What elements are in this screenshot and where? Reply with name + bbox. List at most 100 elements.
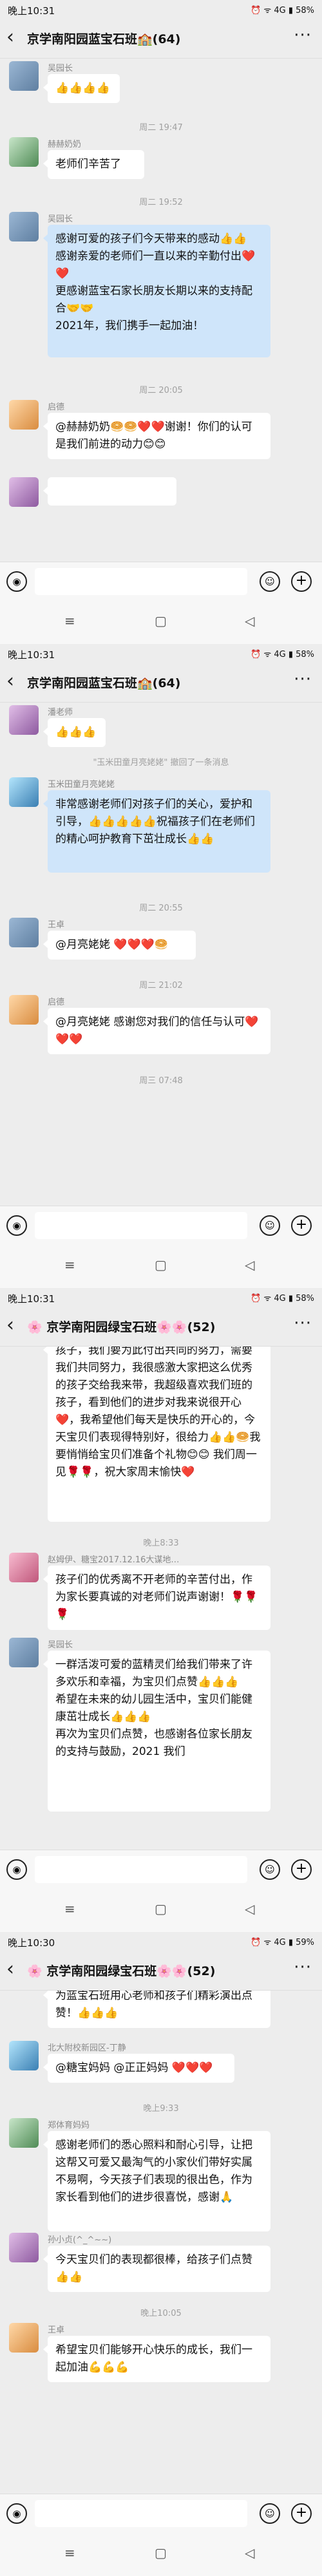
nav-home-icon[interactable]: ▢: [155, 613, 167, 629]
add-icon[interactable]: +: [291, 2503, 312, 2524]
avatar[interactable]: [9, 705, 39, 735]
message-bubble[interactable]: @赫赫奶奶🥯🥯❤️❤️谢谢！你们的认可是我们前进的动力😊😊: [43, 413, 270, 459]
nav-menu-icon[interactable]: ≡: [64, 1901, 75, 1917]
message-bubble[interactable]: 老师们辛苦了: [43, 150, 144, 179]
status-bar: 晚上10:31 ⏰ ᯤ 4G ▮ 58%: [0, 644, 322, 663]
avatar[interactable]: [9, 61, 39, 91]
nav-home-icon[interactable]: ▢: [155, 1901, 167, 1917]
sender-name: 北大附校新园区-丁静: [48, 2043, 126, 2053]
avatar[interactable]: [9, 400, 39, 430]
message-row: 吴园长 一群活泼可爱的蓝精灵们给我们带来了许多欢乐和幸福，为宝贝们点赞👍👍👍 希望…: [0, 1638, 322, 1818]
chat-header: ‹ 京学南阳园蓝宝石班🏫(64) ···: [0, 663, 322, 703]
emoji-icon[interactable]: ☺: [260, 1859, 280, 1880]
message-bubble[interactable]: 👍👍👍: [43, 718, 106, 747]
avatar[interactable]: [9, 1553, 39, 1582]
message-row: 赵姆伊、糖宝2017.12.16大谋地… 孩子们的优秀离不开老师的辛苦付出，作为家…: [0, 1553, 322, 1636]
more-options-icon[interactable]: ···: [294, 670, 312, 689]
status-indicators: ⏰ ᯤ 4G ▮ 58%: [251, 650, 314, 659]
sender-name: 孙小贞(^_^~~): [48, 2235, 112, 2245]
nav-menu-icon[interactable]: ≡: [64, 2545, 75, 2561]
timestamp: 周二 20:55: [139, 904, 183, 913]
message-row: [0, 477, 322, 525]
more-options-icon[interactable]: ···: [294, 1314, 312, 1333]
message-input[interactable]: [35, 1212, 247, 1239]
add-icon[interactable]: +: [291, 1859, 312, 1880]
message-input[interactable]: [35, 568, 247, 595]
message-bubble[interactable]: 孩子们的优秀离不开老师的辛苦付出，作为家长要真诚的对老师们说声谢谢！🌹🌹🌹: [43, 1566, 270, 1630]
message-list[interactable]: 潘老师 👍👍👍 "玉米田童月亮姥姥" 撤回了一条消息 玉米田童月亮姥姥 非常感谢老师们对…: [0, 703, 322, 1206]
sender-name: 吴园长: [48, 64, 73, 73]
emoji-icon[interactable]: ☺: [260, 2503, 280, 2524]
avatar[interactable]: [9, 2041, 39, 2070]
message-bubble[interactable]: @月亮姥姥 ❤️❤️❤️🥯: [43, 931, 196, 960]
nav-back-icon[interactable]: ◁: [245, 1257, 254, 1273]
system-nav-bar: ≡ ▢ ◁: [0, 1888, 322, 1932]
emoji-icon[interactable]: ☺: [260, 1215, 280, 1236]
message-row: 王卓 @月亮姥姥 ❤️❤️❤️🥯: [0, 918, 322, 965]
sender-name: 吴园长: [48, 1640, 73, 1650]
input-bar: ◉ ☺ +: [0, 562, 322, 601]
avatar[interactable]: [9, 995, 39, 1025]
message-bubble[interactable]: 今天宝贝们的表现都很棒，给孩子们点赞👍👍: [43, 2246, 270, 2292]
nav-menu-icon[interactable]: ≡: [64, 613, 75, 629]
message-bubble[interactable]: 孩子，我们要为此付出共同的努力，需要我们共同努力，我很感激大家把这么优秀的孩子交…: [43, 1347, 270, 1522]
message-bubble[interactable]: 👍👍👍👍: [43, 74, 120, 103]
message-bubble[interactable]: 感谢老师们的悉心照料和耐心引导，让把这帮又可爱又最淘气的小家伙们带好实属不易啊，…: [43, 2131, 270, 2231]
nav-home-icon[interactable]: ▢: [155, 1257, 167, 1273]
status-time: 晚上10:31: [8, 1293, 55, 1305]
message-row: 启德 @月亮姥姥 感谢您对我们的信任与认可❤️❤️❤️: [0, 995, 322, 1061]
nav-back-icon[interactable]: ◁: [245, 613, 254, 629]
voice-icon[interactable]: ◉: [6, 2503, 27, 2524]
message-row: 郑体育妈妈 感谢老师们的悉心照料和耐心引导，让把这帮又可爱又最淘气的小家伙们带好实…: [0, 2118, 322, 2238]
back-arrow-icon[interactable]: ‹: [6, 26, 14, 49]
system-notice: "玉米田童月亮姥姥" 撤回了一条消息: [93, 758, 229, 768]
avatar[interactable]: [9, 2233, 39, 2262]
more-options-icon[interactable]: ···: [294, 1958, 312, 1977]
message-list[interactable]: 孩子，我们要为此付出共同的努力，需要我们共同努力，我很感激大家把这么优秀的孩子交…: [0, 1347, 322, 1850]
chat-screen: 晚上10:31 ⏰ ᯤ 4G ▮ 58% ‹ 京学南阳园蓝宝石班🏫(64) ··· 吴园长…: [0, 0, 322, 644]
message-bubble[interactable]: [43, 477, 176, 506]
message-input[interactable]: [35, 1856, 247, 1883]
timestamp: 晚上8:33: [143, 1539, 179, 1548]
nav-home-icon[interactable]: ▢: [155, 2545, 167, 2561]
avatar[interactable]: [9, 477, 39, 507]
message-bubble[interactable]: 一群活泼可爱的蓝精灵们给我们带来了许多欢乐和幸福，为宝贝们点赞👍👍👍 希望在未来…: [43, 1651, 270, 1812]
avatar[interactable]: [9, 137, 39, 167]
more-options-icon[interactable]: ···: [294, 26, 312, 45]
message-bubble[interactable]: 希望宝贝们能够开心快乐的成长，我们一起加油💪💪💪: [43, 2336, 270, 2382]
voice-icon[interactable]: ◉: [6, 571, 27, 592]
add-icon[interactable]: +: [291, 571, 312, 592]
input-bar: ◉ ☺ +: [0, 1850, 322, 1889]
system-nav-bar: ≡ ▢ ◁: [0, 2532, 322, 2576]
add-icon[interactable]: +: [291, 1215, 312, 1236]
message-input[interactable]: [35, 2500, 247, 2527]
voice-icon[interactable]: ◉: [6, 1859, 27, 1880]
message-bubble[interactable]: @月亮姥姥 感谢您对我们的信任与认可❤️❤️❤️: [43, 1008, 270, 1054]
avatar[interactable]: [9, 777, 39, 807]
voice-icon[interactable]: ◉: [6, 1215, 27, 1236]
message-list[interactable]: 为蓝宝石班用心老师和孩子们精彩演出点赞！👍👍👍 北大附校新园区-丁静 @糖宝妈妈 @…: [0, 1991, 322, 2494]
chat-header: ‹ 🌸 京学南阳园绿宝石班🌸🌸(52) ···: [0, 1307, 322, 1347]
message-list[interactable]: 吴园长 👍👍👍👍 周二 19:47 赫赫奶奶 老师们辛苦了 周二 19:52 吴园长 感谢可爱…: [0, 59, 322, 562]
message-bubble[interactable]: 感谢可爱的孩子们今天带来的感动👍👍 感谢亲爱的老师们一直以来的辛勤付出❤️❤️ …: [43, 225, 270, 357]
avatar[interactable]: [9, 2118, 39, 2148]
nav-menu-icon[interactable]: ≡: [64, 1257, 75, 1273]
status-time: 晚上10:30: [8, 1937, 55, 1949]
status-bar: 晚上10:30 ⏰ ᯤ 4G ▮ 59%: [0, 1932, 322, 1951]
message-bubble[interactable]: 非常感谢老师们对孩子们的关心，爱护和引导，👍👍👍👍👍祝福孩子们在老师们的精心呵护…: [43, 790, 270, 873]
avatar[interactable]: [9, 212, 39, 242]
avatar[interactable]: [9, 2323, 39, 2353]
nav-back-icon[interactable]: ◁: [245, 2545, 254, 2561]
back-arrow-icon[interactable]: ‹: [6, 1958, 14, 1981]
message-bubble[interactable]: 为蓝宝石班用心老师和孩子们精彩演出点赞！👍👍👍: [43, 1991, 270, 2028]
chat-title: 京学南阳园蓝宝石班🏫(64): [27, 676, 181, 690]
sender-name: 郑体育妈妈: [48, 2121, 90, 2130]
emoji-icon[interactable]: ☺: [260, 571, 280, 592]
nav-back-icon[interactable]: ◁: [245, 1901, 254, 1917]
avatar[interactable]: [9, 918, 39, 947]
back-arrow-icon[interactable]: ‹: [6, 1314, 14, 1337]
avatar[interactable]: [9, 1638, 39, 1667]
message-bubble[interactable]: @糖宝妈妈 @正正妈妈 ❤️❤️❤️: [43, 2054, 234, 2083]
status-time: 晚上10:31: [8, 5, 55, 17]
back-arrow-icon[interactable]: ‹: [6, 670, 14, 693]
